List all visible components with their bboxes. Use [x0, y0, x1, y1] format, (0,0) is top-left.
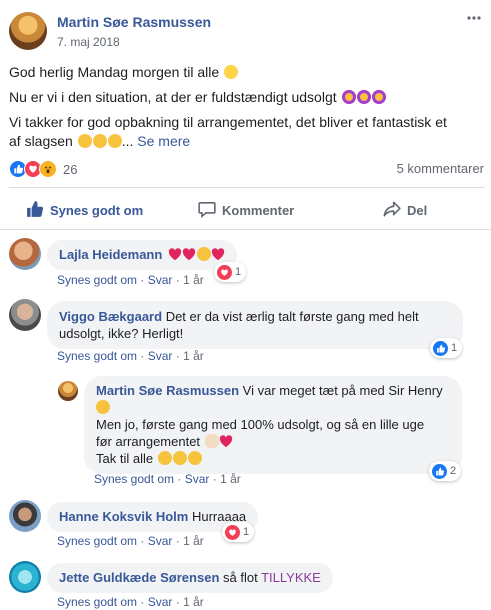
divider	[0, 229, 491, 230]
divider	[9, 187, 485, 188]
comment-meta: Synes godt om · Svar · 1 år	[57, 534, 204, 548]
hug-emoji-icon	[107, 134, 122, 148]
comment-reply-link[interactable]: Svar	[148, 349, 173, 363]
comment-meta: Synes godt om · Svar · 1 år	[94, 472, 241, 486]
comment-bubble: Jette Guldkæde Sørensen så flot TILLYKKE	[47, 563, 333, 593]
like-icon	[432, 463, 447, 479]
comment-reaction-pill[interactable]: 2	[429, 461, 462, 481]
hug-emoji-icon	[157, 451, 172, 465]
comment-tag[interactable]: TILLYKKE	[261, 570, 321, 585]
love-icon	[217, 264, 232, 280]
reply-author[interactable]: Martin Søe Rasmussen	[96, 383, 239, 398]
share-arrow-icon	[383, 200, 401, 221]
post-date[interactable]: 7. maj 2018	[57, 35, 120, 49]
comment-reply-link[interactable]: Svar	[148, 273, 173, 287]
heart-emoji-icon	[211, 247, 225, 262]
hug-emoji-icon	[77, 134, 92, 148]
comment-meta: Synes godt om · Svar · 1 år	[57, 273, 204, 287]
comment-meta: Synes godt om · Svar · 1 år	[57, 349, 204, 363]
comment-time[interactable]: 1 år	[183, 349, 204, 363]
grin-emoji-icon	[96, 400, 110, 414]
comment-author[interactable]: Viggo Bækgaard	[59, 309, 162, 324]
reply-bubble: Martin Søe Rasmussen Vi var meget tæt på…	[84, 376, 462, 474]
reply-author-avatar[interactable]	[58, 381, 78, 401]
hug-emoji-icon	[187, 451, 202, 465]
heart-emoji-icon	[219, 434, 233, 449]
post-line-1: God herlig Mandag morgen til alle	[9, 63, 485, 82]
comment-text: så flot	[223, 570, 258, 585]
comment-like-link[interactable]: Synes godt om	[94, 472, 174, 486]
three-dots-icon[interactable]	[466, 10, 486, 26]
love-icon	[225, 524, 240, 540]
heart-emoji-icon	[182, 247, 196, 262]
smiley-emoji-icon	[224, 65, 239, 79]
comment-reaction-pill[interactable]: 1	[430, 338, 463, 358]
comment-text: udsolgt, ikke? Herligt!	[59, 326, 184, 341]
commenter-avatar[interactable]	[9, 299, 41, 331]
like-icon	[433, 340, 448, 356]
post-author-avatar[interactable]	[9, 12, 47, 50]
comment-bubble: Viggo Bækgaard Det er da vist ærlig talt…	[47, 301, 463, 349]
comment-button-label: Kommenter	[222, 202, 295, 218]
reply-text: Men jo, første gang med 100% udsolgt, og…	[96, 417, 425, 432]
comment-like-link[interactable]: Synes godt om	[57, 349, 137, 363]
flexed-biceps-emoji-icon	[204, 434, 219, 448]
comment-bubble: Lajla Heidemann	[47, 240, 237, 270]
comment-meta: Synes godt om · Svar · 1 år	[57, 595, 204, 609]
like-button[interactable]: Synes godt om	[26, 196, 143, 224]
comment-reply-link[interactable]: Svar	[185, 472, 210, 486]
comment-reply-link[interactable]: Svar	[148, 595, 173, 609]
kissing-heart-emoji-icon	[196, 247, 211, 261]
comment-time[interactable]: 1 år	[183, 534, 204, 548]
comment-like-link[interactable]: Synes godt om	[57, 273, 137, 287]
comment-reply-link[interactable]: Svar	[148, 534, 173, 548]
comment-author[interactable]: Jette Guldkæde Sørensen	[59, 570, 219, 585]
reactions-summary[interactable]: 26	[9, 160, 77, 178]
comment-time[interactable]: 1 år	[183, 273, 204, 287]
post-author-name[interactable]: Martin Søe Rasmussen	[57, 14, 211, 30]
share-button[interactable]: Del	[383, 196, 427, 224]
commenter-avatar[interactable]	[9, 238, 41, 270]
thumbs-up-icon	[26, 200, 44, 221]
star-struck-emoji-icon	[341, 90, 356, 104]
reply-text: Vi var meget tæt på med Sir Henry	[242, 383, 443, 398]
comment-time[interactable]: 1 år	[183, 595, 204, 609]
comment-reaction-pill[interactable]: 1	[222, 522, 255, 542]
comment-time[interactable]: 1 år	[220, 472, 241, 486]
post-line-2: Nu er vi i den situation, at der er fuld…	[9, 88, 485, 107]
reply-text: Tak til alle	[96, 451, 154, 466]
star-struck-emoji-icon	[371, 90, 386, 104]
comment-count[interactable]: 5 kommentarer	[397, 161, 484, 176]
comment-author[interactable]: Hanne Koksvik Holm	[59, 509, 188, 524]
heart-emoji-icon	[168, 247, 182, 262]
reaction-count[interactable]: 26	[63, 162, 77, 177]
speech-bubble-icon	[198, 200, 216, 221]
commenter-avatar[interactable]	[9, 500, 41, 532]
comment-author[interactable]: Lajla Heidemann	[59, 247, 162, 262]
comment-like-link[interactable]: Synes godt om	[57, 595, 137, 609]
share-button-label: Del	[407, 202, 428, 218]
like-button-label: Synes godt om	[50, 202, 144, 218]
comment-reaction-pill[interactable]: 1	[214, 262, 247, 282]
commenter-avatar[interactable]	[9, 561, 41, 593]
reply-text: før arrangementet	[96, 434, 201, 449]
hug-emoji-icon	[92, 134, 107, 148]
see-more-link[interactable]: Se mere	[137, 133, 190, 149]
hug-emoji-icon	[172, 451, 187, 465]
post-body: God herlig Mandag morgen til alle Nu er …	[9, 63, 485, 151]
comment-text: Det er da vist ærlig talt første gang me…	[165, 309, 419, 324]
comment-button[interactable]: Kommenter	[198, 196, 294, 224]
wow-icon	[39, 160, 57, 178]
comment-like-link[interactable]: Synes godt om	[57, 534, 137, 548]
star-struck-emoji-icon	[356, 90, 371, 104]
post-line-3: Vi takker for god opbakning til arrangem…	[9, 114, 447, 149]
